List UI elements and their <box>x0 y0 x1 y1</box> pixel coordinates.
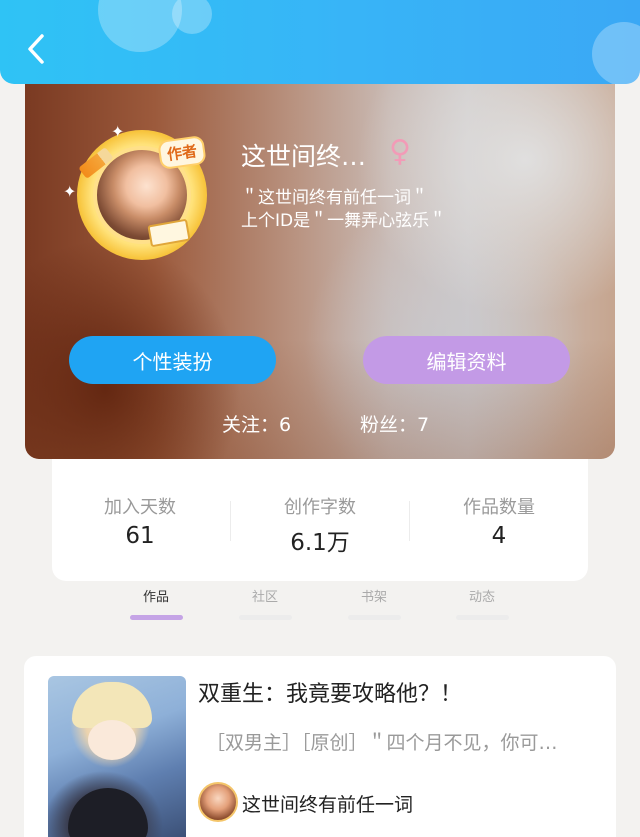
stat-label: 加入天数 <box>104 497 176 518</box>
decor-bubble <box>592 22 640 84</box>
profile-tabs: 作品 社区 书架 动态 <box>0 586 640 626</box>
tab-works[interactable]: 作品 <box>126 586 186 605</box>
sparkle-icon: ✦ <box>111 122 125 141</box>
female-icon: ♀ <box>389 134 411 169</box>
work-title[interactable]: 双重生：我竟要攻略他？！ <box>198 676 462 708</box>
bio-line-2: 上个ID是＂一舞弄心弦乐＂ <box>241 211 447 231</box>
top-bar <box>0 0 640 84</box>
bio-line-1: ＂这世间终有前任一词＂ <box>241 188 428 208</box>
divider <box>409 501 410 541</box>
stat-value: 4 <box>491 523 507 549</box>
decor-bubble <box>172 0 212 34</box>
stats-panel: 加入天数 61 创作字数 6.1万 作品数量 4 <box>52 459 588 581</box>
chevron-left-icon <box>28 34 44 64</box>
following-count[interactable]: 关注：6 <box>222 410 291 437</box>
edit-profile-button[interactable]: 编辑资料 <box>363 336 570 384</box>
fans-count[interactable]: 粉丝：7 <box>360 410 429 437</box>
stat-value: 61 <box>125 523 155 549</box>
tab-community[interactable]: 社区 <box>235 586 295 605</box>
username: 这世间终… <box>241 142 367 171</box>
decor-bubble <box>98 0 182 52</box>
tab-indicator <box>130 615 183 620</box>
cover-art <box>68 788 148 837</box>
work-author: 这世间终有前任一词 <box>242 794 414 816</box>
divider <box>230 501 231 541</box>
cover-art <box>88 720 136 760</box>
stat-word-count: 创作字数 6.1万 <box>235 493 405 557</box>
book-cover[interactable] <box>48 676 186 837</box>
profile-hero: ✦ ✦ 作者 这世间终… ♀ ＂这世间终有前任一词＂ 上个ID是＂一舞弄心弦乐＂… <box>25 70 615 459</box>
tab-activity[interactable]: 动态 <box>452 586 512 605</box>
work-card[interactable]: 双重生：我竟要攻略他？！ ［双男主］［原创］＂四个月不见，你可… 这世间终有前任… <box>24 656 616 837</box>
tab-indicator <box>456 615 509 620</box>
author-avatar <box>198 782 238 822</box>
stat-label: 创作字数 <box>284 497 356 518</box>
stat-join-days: 加入天数 61 <box>55 493 225 549</box>
tab-bookshelf[interactable]: 书架 <box>344 586 404 605</box>
stat-value: 6.1万 <box>290 530 350 556</box>
back-button[interactable] <box>22 30 50 68</box>
tab-indicator <box>348 615 401 620</box>
dress-up-button[interactable]: 个性装扮 <box>69 336 276 384</box>
stat-label: 作品数量 <box>463 497 535 518</box>
avatar[interactable]: ✦ ✦ 作者 <box>63 122 207 260</box>
tab-indicator <box>239 615 292 620</box>
stat-works-count: 作品数量 4 <box>414 493 584 549</box>
sparkle-icon: ✦ <box>63 182 77 201</box>
work-tags: ［双男主］［原创］＂四个月不见，你可… <box>206 732 558 754</box>
